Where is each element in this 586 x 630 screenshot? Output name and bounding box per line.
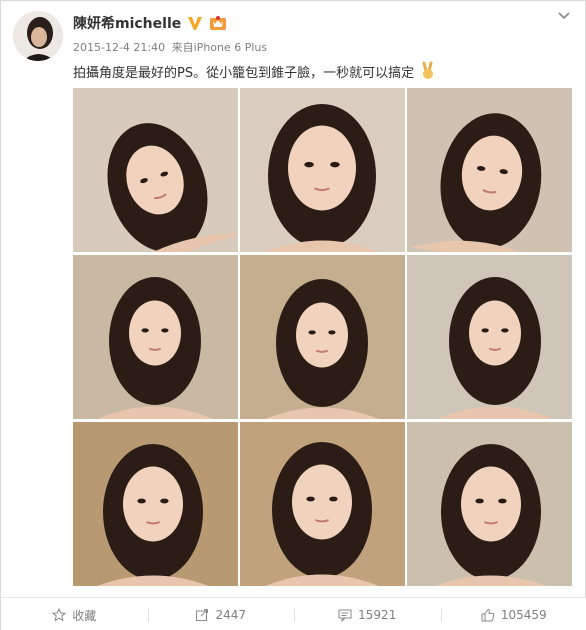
photo-thumbnail[interactable]	[407, 422, 572, 586]
victory-hand-icon	[422, 61, 434, 79]
favorite-label: 收藏	[72, 608, 97, 623]
photo-thumbnail[interactable]	[73, 422, 238, 586]
action-bar: 收藏 2447 15921 105459	[1, 597, 586, 630]
selfie-image	[407, 255, 572, 419]
thumbs-up-icon	[481, 608, 495, 622]
comment-count: 15921	[358, 608, 397, 622]
avatar[interactable]	[13, 11, 63, 61]
selfie-image	[240, 88, 405, 252]
avatar-image	[13, 11, 63, 61]
verified-v-icon[interactable]	[187, 15, 203, 31]
photo-thumbnail[interactable]	[240, 255, 405, 419]
selfie-image	[240, 255, 405, 419]
repost-count: 2447	[215, 608, 247, 622]
photo-thumbnail[interactable]	[73, 255, 238, 419]
author-name[interactable]: 陳妍希michelle	[73, 13, 181, 33]
weibo-post-card: 陳妍希michelle 2015-12-4 21:40 来自iPhone 6 P…	[0, 0, 586, 630]
photo-thumbnail[interactable]	[240, 88, 405, 252]
author-row: 陳妍希michelle	[73, 13, 227, 33]
selfie-image	[73, 255, 238, 419]
repost-button[interactable]: 2447	[147, 598, 295, 630]
selfie-image	[407, 88, 572, 252]
photo-thumbnail[interactable]	[407, 255, 572, 419]
source-prefix: 来自	[171, 41, 194, 54]
post-text-row: 拍攝角度是最好的PS。從小籠包到錐子臉，一秒就可以搞定	[73, 61, 438, 81]
comment-icon	[338, 609, 352, 622]
selfie-image	[73, 88, 238, 252]
photo-grid	[73, 88, 572, 586]
photo-thumbnail[interactable]	[407, 88, 572, 252]
post-meta: 2015-12-4 21:40 来自iPhone 6 Plus	[73, 39, 267, 55]
comment-button[interactable]: 15921	[294, 598, 441, 630]
post-text: 拍攝角度是最好的PS。從小籠包到錐子臉，一秒就可以搞定	[73, 65, 415, 81]
photo-thumbnail[interactable]	[240, 422, 405, 586]
selfie-image	[73, 422, 238, 586]
repost-icon	[196, 609, 209, 621]
favorite-button[interactable]: 收藏	[1, 598, 148, 630]
like-button[interactable]: 105459	[440, 598, 586, 630]
chevron-down-icon[interactable]	[557, 11, 571, 21]
star-icon	[52, 608, 67, 622]
selfie-image	[407, 422, 572, 586]
member-crown-icon[interactable]	[209, 15, 227, 31]
post-timestamp[interactable]: 2015-12-4 21:40	[73, 41, 165, 54]
like-count: 105459	[500, 608, 547, 622]
photo-thumbnail[interactable]	[73, 88, 238, 252]
source-device[interactable]: iPhone 6 Plus	[194, 41, 268, 54]
selfie-image	[240, 422, 405, 586]
